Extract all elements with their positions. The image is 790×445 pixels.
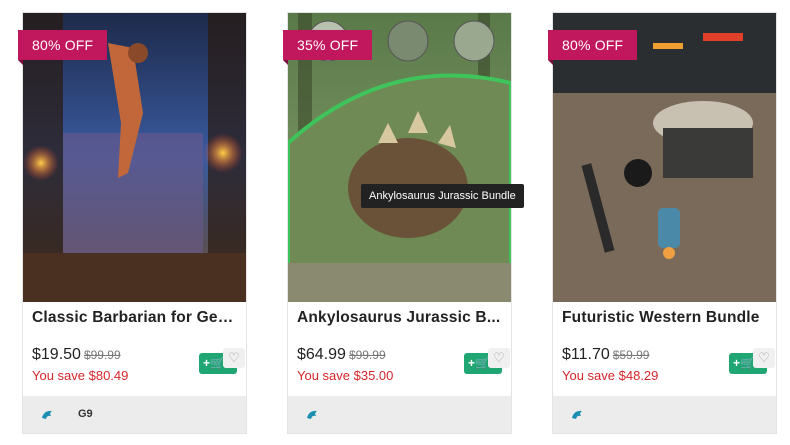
daz-dragon-icon [42, 410, 52, 419]
product-title[interactable]: Ankylosaurus Jurassic B... [297, 309, 503, 327]
product-price: $64.99 $99.99 [297, 346, 386, 364]
original-price: $59.99 [612, 348, 650, 362]
card-footer [553, 396, 776, 433]
product-card[interactable]: 35% OFF Ankylosaurus Jurassic B... $64.9… [283, 12, 512, 434]
product-title[interactable]: Futuristic Western Bundle [562, 309, 768, 327]
discount-badge: 35% OFF [283, 30, 373, 65]
savings-text: You save $48.29 [562, 368, 659, 383]
product-card[interactable]: 80% OFF Futuristic Western Bundle $11.70… [548, 12, 777, 434]
card-footer [288, 396, 511, 433]
savings-text: You save $35.00 [297, 368, 394, 383]
daz-dragon-icon [572, 410, 582, 419]
add-to-cart-icon: +🛒 [203, 356, 225, 370]
generation-tag: G9 [78, 408, 93, 420]
original-price: $99.99 [83, 348, 121, 362]
wishlist-button[interactable]: ♡ [488, 348, 510, 368]
card-footer: G9 [23, 396, 246, 433]
product-title[interactable]: Classic Barbarian for Gen... [32, 309, 238, 327]
heart-icon: ♡ [228, 350, 240, 365]
add-to-cart-icon: +🛒 [733, 356, 755, 370]
current-price: $19.50 [32, 346, 81, 363]
product-tooltip: Ankylosaurus Jurassic Bundle [361, 184, 524, 208]
discount-badge: 80% OFF [18, 30, 108, 65]
savings-text: You save $80.49 [32, 368, 129, 383]
original-price: $99.99 [348, 348, 386, 362]
wishlist-button[interactable]: ♡ [753, 348, 775, 368]
current-price: $64.99 [297, 346, 346, 363]
product-price: $11.70 $59.99 [562, 346, 649, 364]
daz-dragon-icon [307, 410, 317, 419]
product-card[interactable]: 80% OFF Classic Barbarian for Gen... $19… [18, 12, 247, 434]
current-price: $11.70 [562, 346, 610, 363]
wishlist-button[interactable]: ♡ [223, 348, 245, 368]
heart-icon: ♡ [493, 350, 505, 365]
discount-badge: 80% OFF [548, 30, 638, 65]
product-price: $19.50 $99.99 [32, 346, 121, 364]
add-to-cart-icon: +🛒 [468, 356, 490, 370]
heart-icon: ♡ [758, 350, 770, 365]
